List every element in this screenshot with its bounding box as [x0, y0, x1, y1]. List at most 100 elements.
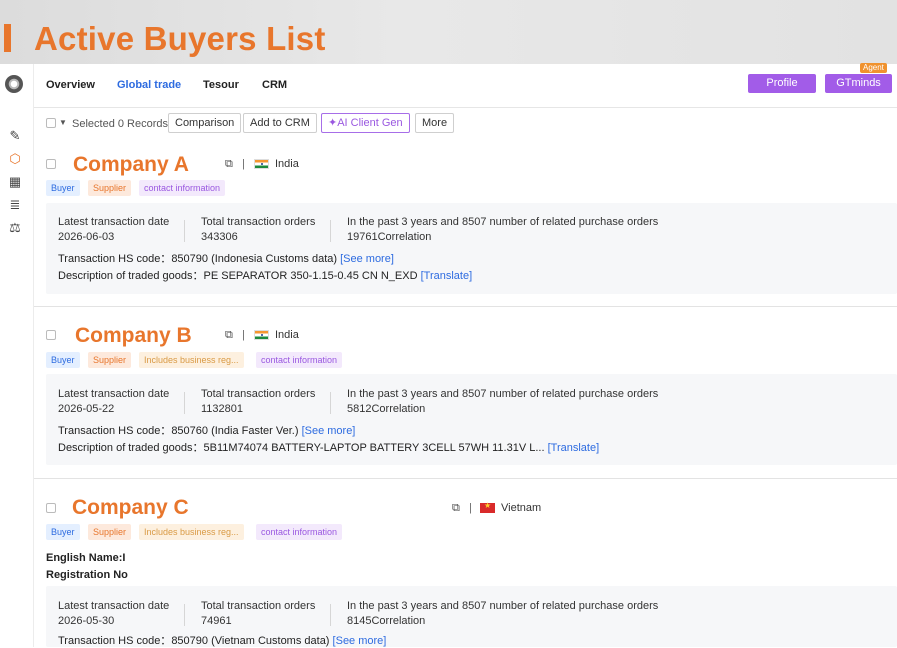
- select-all-checkbox[interactable]: [46, 118, 56, 128]
- tab-crm[interactable]: CRM: [262, 79, 287, 91]
- vietnam-flag-icon: [480, 501, 495, 513]
- cube-icon[interactable]: ⬡: [7, 151, 23, 167]
- company-name[interactable]: Company B: [75, 324, 192, 348]
- goods-description-value: 5B11M74074 BATTERY-LAPTOP BATTERY 3CELL …: [203, 442, 545, 454]
- country-label: India: [275, 329, 299, 341]
- top-navigation: Overview Global trade Tesour CRM Profile…: [34, 63, 897, 108]
- goods-description-label: Description of traded goods：: [58, 442, 204, 454]
- copy-icon[interactable]: ⧉: [225, 329, 233, 342]
- tag-buyer[interactable]: Buyer: [46, 352, 80, 368]
- toolbar: ▼ Selected 0 Records Comparison Add to C…: [34, 108, 897, 140]
- divider: [184, 220, 185, 242]
- add-to-crm-button[interactable]: Add to CRM: [243, 113, 317, 133]
- hs-code-line: Transaction HS code：850790 (Indonesia Cu…: [58, 250, 394, 266]
- separator: |: [242, 158, 245, 170]
- tag-contact-information[interactable]: contact information: [139, 180, 226, 196]
- chevron-down-icon[interactable]: ▼: [59, 118, 67, 127]
- ai-client-gen-label: AI Client Gen: [337, 117, 403, 129]
- see-more-link[interactable]: [See more]: [340, 253, 394, 265]
- tab-global-trade[interactable]: Global trade: [117, 79, 181, 91]
- company-name[interactable]: Company A: [73, 153, 189, 177]
- latest-date-value: 2026-05-30: [58, 615, 115, 627]
- see-more-link[interactable]: [See more]: [302, 425, 356, 437]
- tag-business-registration[interactable]: Includes business reg...: [139, 524, 244, 540]
- more-button[interactable]: More: [415, 113, 455, 133]
- hs-code-value: 850760 (India Faster Ver.): [171, 425, 299, 437]
- hs-code-value: 850790 (Indonesia Customs data): [171, 253, 338, 265]
- total-orders-value: 1132801: [201, 403, 244, 415]
- correlation-value: 19761Correlation: [347, 231, 432, 243]
- total-orders-value: 343306: [201, 231, 238, 243]
- copy-icon[interactable]: ⧉: [225, 158, 233, 171]
- translate-link[interactable]: [Translate]: [548, 442, 600, 454]
- divider: [184, 392, 185, 414]
- goods-description-value: PE SEPARATOR 350-1.15-0.45 CN N_EXD: [203, 270, 418, 282]
- tag-contact-information[interactable]: contact information: [256, 352, 343, 368]
- ai-client-gen-button[interactable]: ✦AI Client Gen: [321, 113, 410, 133]
- transaction-info-box: Latest transaction date 2026-05-30 Total…: [46, 586, 897, 647]
- hs-code-label: Transaction HS code：: [58, 635, 172, 647]
- tag-buyer[interactable]: Buyer: [46, 180, 80, 196]
- company-name[interactable]: Company C: [72, 496, 189, 520]
- row-checkbox[interactable]: [46, 159, 56, 169]
- logo-icon[interactable]: [5, 75, 23, 93]
- copy-icon[interactable]: ⧉: [452, 502, 460, 515]
- building-icon[interactable]: ▦: [7, 174, 23, 190]
- gtminds-button[interactable]: GTminds: [825, 74, 892, 93]
- agent-badge: Agent: [860, 63, 887, 73]
- correlation-value: 5812Correlation: [347, 403, 426, 415]
- goods-description-line: Description of traded goods：PE SEPARATOR…: [58, 267, 472, 283]
- page-banner: Active Buyers List: [0, 0, 897, 64]
- profile-button[interactable]: Profile: [748, 74, 816, 93]
- india-flag-icon: [254, 330, 269, 340]
- hs-code-line: Transaction HS code：850790 (Vietnam Cust…: [58, 632, 386, 648]
- english-name-line: English Name:I: [46, 552, 126, 564]
- total-orders-value: 74961: [201, 615, 232, 627]
- hs-code-label: Transaction HS code：: [58, 253, 172, 265]
- total-orders-label: Total transaction orders: [201, 600, 316, 612]
- row-checkbox[interactable]: [46, 330, 56, 340]
- transaction-info-box: Latest transaction date 2026-06-03 Total…: [46, 203, 897, 294]
- selected-records-text: Selected 0 Records: [72, 118, 168, 130]
- goods-description-label: Description of traded goods：: [58, 270, 204, 282]
- tag-buyer[interactable]: Buyer: [46, 524, 80, 540]
- row-checkbox[interactable]: [46, 503, 56, 513]
- sidebar: ✎ ⬡ ▦ ≣ ⚖: [0, 64, 34, 647]
- goods-description-line: Description of traded goods：5B11M74074 B…: [58, 439, 599, 455]
- comparison-button[interactable]: Comparison: [168, 113, 242, 133]
- tag-supplier[interactable]: Supplier: [88, 180, 132, 196]
- related-orders-label: In the past 3 years and 8507 number of r…: [347, 388, 659, 400]
- country-label: India: [275, 158, 299, 170]
- total-orders-label: Total transaction orders: [201, 388, 316, 400]
- country-label: Vietnam: [501, 502, 542, 514]
- divider: [330, 392, 331, 414]
- page-title: Active Buyers List: [34, 20, 326, 57]
- divider: [330, 604, 331, 626]
- latest-date-label: Latest transaction date: [58, 600, 170, 612]
- total-orders-label: Total transaction orders: [201, 216, 316, 228]
- banner-accent-bar: [4, 24, 11, 52]
- tag-supplier[interactable]: Supplier: [88, 352, 132, 368]
- company-card: Company C ⧉ | Vietnam Buyer Supplier Inc…: [34, 479, 897, 647]
- company-card: Company A ⧉ | India Buyer Supplier conta…: [34, 140, 897, 307]
- magic-wand-icon[interactable]: ✎: [7, 128, 23, 144]
- translate-link[interactable]: [Translate]: [421, 270, 473, 282]
- tag-contact-information[interactable]: contact information: [256, 524, 343, 540]
- tab-overview[interactable]: Overview: [46, 79, 95, 91]
- hs-code-line: Transaction HS code：850760 (India Faster…: [58, 422, 355, 438]
- stats-icon[interactable]: ≣: [7, 197, 23, 213]
- hs-code-value: 850790 (Vietnam Customs data): [171, 635, 330, 647]
- latest-date-value: 2026-06-03: [58, 231, 115, 243]
- latest-date-label: Latest transaction date: [58, 216, 170, 228]
- related-orders-label: In the past 3 years and 8507 number of r…: [347, 216, 659, 228]
- hs-code-label: Transaction HS code：: [58, 425, 172, 437]
- separator: |: [469, 502, 472, 514]
- registration-number-line: Registration No: [46, 569, 128, 581]
- tab-tesour[interactable]: Tesour: [203, 79, 239, 91]
- tag-supplier[interactable]: Supplier: [88, 524, 132, 540]
- tag-business-registration[interactable]: Includes business reg...: [139, 352, 244, 368]
- company-card: Company B ⧉ | India Buyer Supplier Inclu…: [34, 307, 897, 479]
- scale-icon[interactable]: ⚖: [7, 220, 23, 236]
- see-more-link[interactable]: [See more]: [333, 635, 387, 647]
- transaction-info-box: Latest transaction date 2026-05-22 Total…: [46, 374, 897, 465]
